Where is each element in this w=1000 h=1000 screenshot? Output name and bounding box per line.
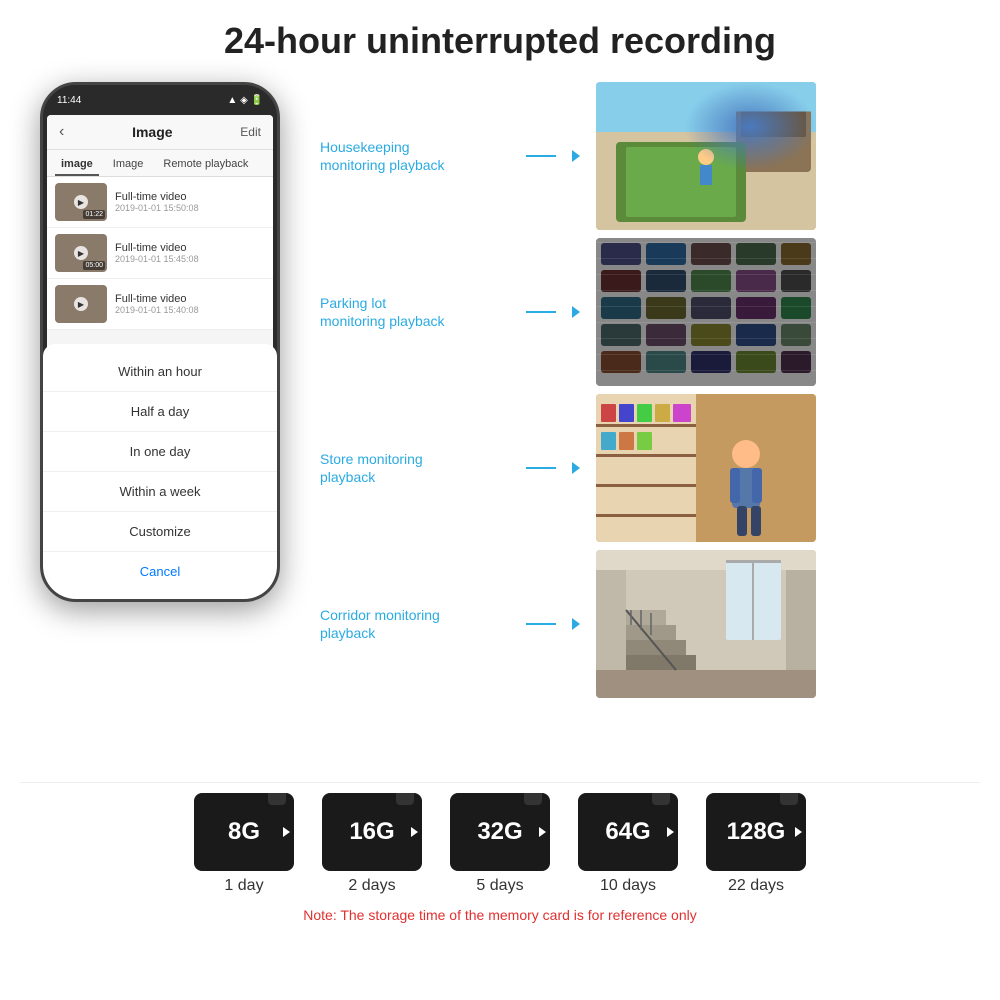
video-title-2: Full-time video [115,242,265,254]
video-item-3[interactable]: ▶ Full-time video 2019-01-01 15:40:08 [47,279,273,330]
tab-image[interactable]: image [55,154,99,176]
sd-card-16g-arrow [411,827,418,837]
sd-card-item-8g: 8G 1 day [194,793,294,895]
monitoring-item-housekeeping: Housekeepingmonitoring playback [320,82,980,230]
dropdown-item-4[interactable]: Within a week [47,472,273,512]
monitoring-item-store: Store monitoringplayback [320,394,980,542]
sd-card-128g: 128G [706,793,806,871]
video-thumb-3: ▶ [55,285,107,323]
sd-card-item-16g: 16G 2 days [322,793,422,895]
connector-store [526,467,556,469]
dropdown-item-3[interactable]: In one day [47,432,273,472]
phone-nav-bar: ‹ Image Edit [47,115,273,150]
sd-card-item-128g: 128G 22 days [706,793,806,895]
sd-days-8g: 1 day [224,877,263,895]
phone-section: 11:44 ▲ ◈ 🔋 ‹ Image Edit image Image [20,82,300,762]
sd-card-32g-label: 32G [477,818,522,846]
dropdown-item-2[interactable]: Half a day [47,392,273,432]
sd-card-16g-label: 16G [349,818,394,846]
sd-card-8g-label: 8G [228,818,260,846]
sd-card-128g-label: 128G [727,818,786,846]
back-icon[interactable]: ‹ [59,123,64,141]
housekeeping-label: Housekeepingmonitoring playback [320,138,510,174]
monitoring-item-parking: Parking lotmonitoring playback [320,238,980,386]
video-duration-2: 05:00 [83,261,105,270]
sd-card-item-64g: 64G 10 days [578,793,678,895]
sd-card-8g: 8G [194,793,294,871]
phone-screen: ‹ Image Edit image Image Remote playback [47,115,273,575]
play-icon-3: ▶ [74,297,88,311]
sd-card-128g-arrow [795,827,802,837]
screen-title: Image [132,124,172,140]
connector-housekeeping [526,155,556,157]
note-text: Note: The storage time of the memory car… [20,907,980,923]
dropdown-item-1[interactable]: Within an hour [47,352,273,392]
parking-label: Parking lotmonitoring playback [320,294,510,330]
sd-card-64g-arrow [667,827,674,837]
content-area: 11:44 ▲ ◈ 🔋 ‹ Image Edit image Image [20,82,980,762]
sd-card-32g: 32G [450,793,550,871]
arrow-corridor [572,618,580,630]
tab-image2[interactable]: Image [107,154,150,176]
video-date-3: 2019-01-01 15:40:08 [115,305,265,315]
image-housekeeping [596,82,816,230]
sd-card-32g-arrow [539,827,546,837]
sd-card-16g: 16G [322,793,422,871]
video-date-1: 2019-01-01 15:50:08 [115,203,265,213]
sd-card-8g-arrow [283,827,290,837]
connector-corridor [526,623,556,625]
image-parking [596,238,816,386]
sd-days-128g: 22 days [728,877,784,895]
video-duration-1: 01:22 [83,210,105,219]
video-date-2: 2019-01-01 15:45:08 [115,254,265,264]
image-corridor [596,550,816,698]
video-title-3: Full-time video [115,293,265,305]
sd-days-32g: 5 days [476,877,523,895]
sd-cards-row: 8G 1 day 16G 2 days 32G 5 days [20,793,980,895]
play-icon-2: ▶ [74,246,88,260]
phone-icons: ▲ ◈ 🔋 [227,95,263,106]
video-info-2: Full-time video 2019-01-01 15:45:08 [115,242,265,264]
image-store [596,394,816,542]
video-info-1: Full-time video 2019-01-01 15:50:08 [115,191,265,213]
page-wrapper: 24-hour uninterrupted recording 11:44 ▲ … [0,0,1000,1000]
corridor-label: Corridor monitoringplayback [320,606,510,642]
store-label: Store monitoringplayback [320,450,510,486]
sd-days-64g: 10 days [600,877,656,895]
play-icon-1: ▶ [74,195,88,209]
cancel-button[interactable]: Cancel [47,552,273,575]
video-list: ▶ 01:22 Full-time video 2019-01-01 15:50… [47,177,273,330]
phone-notch [125,85,195,103]
dropdown-item-5[interactable]: Customize [47,512,273,552]
video-thumb-1: ▶ 01:22 [55,183,107,221]
tab-remote[interactable]: Remote playback [157,154,254,176]
right-section: Housekeepingmonitoring playback [320,82,980,762]
phone-time: 11:44 [57,95,81,106]
phone-mockup: 11:44 ▲ ◈ 🔋 ‹ Image Edit image Image [40,82,280,602]
video-info-3: Full-time video 2019-01-01 15:40:08 [115,293,265,315]
dropdown-modal: Within an hour Half a day In one day Wit… [47,344,273,575]
arrow-store [572,462,580,474]
monitoring-item-corridor: Corridor monitoringplayback [320,550,980,698]
video-title-1: Full-time video [115,191,265,203]
video-item-2[interactable]: ▶ 05:00 Full-time video 2019-01-01 15:45… [47,228,273,279]
sd-card-item-32g: 32G 5 days [450,793,550,895]
arrow-housekeeping [572,150,580,162]
sd-card-64g-label: 64G [605,818,650,846]
arrow-parking [572,306,580,318]
phone-tabs: image Image Remote playback [47,150,273,177]
edit-button[interactable]: Edit [240,125,261,139]
bottom-section: 8G 1 day 16G 2 days 32G 5 days [20,782,980,923]
video-item-1[interactable]: ▶ 01:22 Full-time video 2019-01-01 15:50… [47,177,273,228]
page-title: 24-hour uninterrupted recording [20,20,980,62]
video-thumb-2: ▶ 05:00 [55,234,107,272]
connector-parking [526,311,556,313]
sd-days-16g: 2 days [348,877,395,895]
sd-card-64g: 64G [578,793,678,871]
